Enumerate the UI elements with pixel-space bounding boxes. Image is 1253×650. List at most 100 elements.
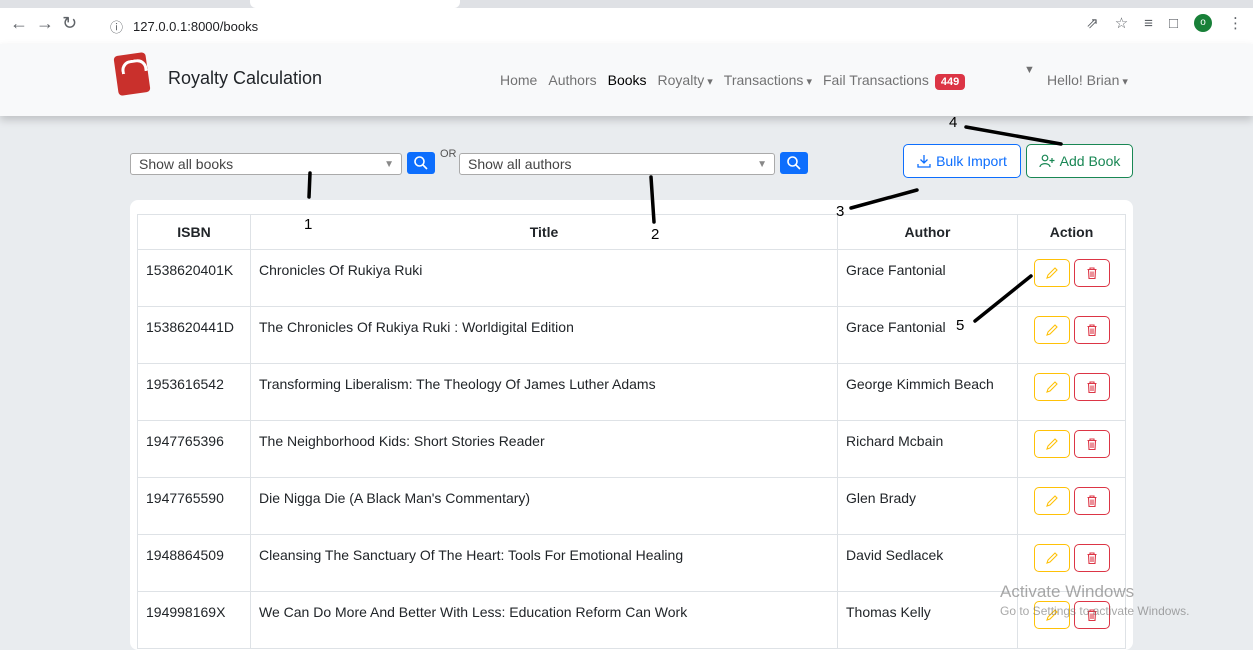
add-user-icon <box>1039 154 1055 168</box>
cell-author: Glen Brady <box>837 477 1018 535</box>
cell-author: Richard Mcbain <box>837 420 1018 478</box>
annotation-label: 1 <box>304 216 313 233</box>
pencil-icon <box>1045 267 1058 279</box>
nav-transactions-dropdown[interactable]: Transactions <box>724 72 812 88</box>
delete-button[interactable] <box>1073 373 1110 401</box>
nav-fail-transactions[interactable]: Fail Transactions 449 <box>823 72 966 90</box>
header-title[interactable]: Title <box>250 214 838 250</box>
back-arrow-icon[interactable]: ← <box>10 14 28 32</box>
watermark-title: Activate Windows <box>1000 582 1135 601</box>
edit-button[interactable] <box>1033 544 1070 572</box>
reload-icon[interactable]: ↻ <box>62 14 77 32</box>
cell-isbn: 1947765396 <box>137 420 251 478</box>
profile-avatar[interactable]: o <box>1194 14 1212 32</box>
table-row: 1948864509 Cleansing The Sanctuary Of The… <box>137 534 1126 592</box>
header-author[interactable]: Author <box>837 214 1018 250</box>
cell-title: The Chronicles Of Rukiya Ruki : Worldigi… <box>250 306 838 364</box>
nav-authors[interactable]: Authors <box>548 72 596 88</box>
add-book-button[interactable]: Add Book <box>1026 144 1133 178</box>
table-row: 1947765590 Die Nigga Die (A Black Man's C… <box>137 477 1126 535</box>
trash-icon <box>1087 324 1096 337</box>
header-isbn[interactable]: ISBN <box>137 214 251 250</box>
table-header-row: ISBN Title Author Action <box>137 214 1126 250</box>
browser-actions: ⇗ ☆ ≡ □ o ⋮ <box>1086 14 1243 32</box>
delete-button[interactable] <box>1073 259 1110 287</box>
add-book-label: Add Book <box>1059 153 1121 169</box>
edit-button[interactable] <box>1033 487 1070 515</box>
edit-button[interactable] <box>1033 259 1070 287</box>
browser-tab[interactable] <box>250 0 460 8</box>
cell-isbn: 1538620441D <box>137 306 251 364</box>
info-icon[interactable]: ⓘ <box>110 17 123 36</box>
pencil-icon <box>1045 324 1058 336</box>
cell-author: Grace Fantonial <box>837 249 1018 307</box>
book-select-value: Show all books <box>139 156 234 172</box>
search-icon <box>787 156 801 170</box>
edit-button[interactable] <box>1033 373 1070 401</box>
delete-button[interactable] <box>1073 430 1110 458</box>
chevron-down-icon: ▼ <box>384 159 394 170</box>
cell-isbn: 1947765590 <box>137 477 251 535</box>
trash-icon <box>1087 267 1096 280</box>
delete-button[interactable] <box>1073 544 1110 572</box>
cell-title: Die Nigga Die (A Black Man's Commentary) <box>250 477 838 535</box>
author-search-button[interactable] <box>780 152 808 174</box>
user-menu-dropdown[interactable]: Hello! Brian <box>1047 72 1128 88</box>
or-label: OR <box>440 148 457 160</box>
delete-button[interactable] <box>1073 487 1110 515</box>
side-panel-icon[interactable]: □ <box>1169 15 1178 32</box>
cell-action <box>1017 477 1126 535</box>
star-icon[interactable]: ☆ <box>1115 14 1128 32</box>
delete-button[interactable] <box>1073 316 1110 344</box>
annotation-label: 5 <box>956 317 965 334</box>
nav-books[interactable]: Books <box>608 72 647 88</box>
books-table: ISBN Title Author Action 1538620401K Chro… <box>137 214 1126 649</box>
table-row: 1538620441D The Chronicles Of Rukiya Ruki… <box>137 306 1126 364</box>
pencil-icon <box>1045 381 1058 393</box>
fail-count-badge: 449 <box>934 74 966 90</box>
pencil-icon <box>1045 438 1058 450</box>
nav-royalty-dropdown[interactable]: Royalty <box>658 72 713 88</box>
books-card: ISBN Title Author Action 1538620401K Chro… <box>130 200 1133 650</box>
table-row: 1538620401K Chronicles Of Rukiya Ruki Grac… <box>137 249 1126 307</box>
bulk-import-label: Bulk Import <box>936 153 1007 169</box>
cell-isbn: 194998169X <box>137 591 251 649</box>
app-navbar: Royalty Calculation Home Authors Books R… <box>0 44 1253 116</box>
cell-author: Thomas Kelly <box>837 591 1018 649</box>
table-body: 1538620401K Chronicles Of Rukiya Ruki Grac… <box>137 249 1126 649</box>
cell-action <box>1017 420 1126 478</box>
author-select[interactable]: Show all authors ▼ <box>459 153 775 175</box>
header-action: Action <box>1017 214 1126 250</box>
cell-title: Transforming Liberalism: The Theology Of… <box>250 363 838 421</box>
bulk-import-button[interactable]: Bulk Import <box>903 144 1021 178</box>
table-row: 1947765396 The Neighborhood Kids: Short S… <box>137 420 1126 478</box>
edit-button[interactable] <box>1033 316 1070 344</box>
nav-links: Home Authors Books Royalty Transactions … <box>500 72 966 90</box>
edit-button[interactable] <box>1033 430 1070 458</box>
trash-icon <box>1087 495 1096 508</box>
address-url: 127.0.0.1:8000/books <box>133 18 259 34</box>
trash-icon <box>1087 552 1096 565</box>
readers-magnet-logo[interactable] <box>113 51 151 97</box>
address-bar[interactable]: ⓘ 127.0.0.1:8000/books <box>110 16 258 36</box>
cell-title: Chronicles Of Rukiya Ruki <box>250 249 838 307</box>
kebab-menu-icon[interactable]: ⋮ <box>1228 14 1243 32</box>
book-search-button[interactable] <box>407 152 435 174</box>
share-icon[interactable]: ⇗ <box>1086 14 1099 32</box>
windows-watermark: Activate Windows Go to Settings to activ… <box>1000 582 1189 618</box>
nav-fail-transactions-label: Fail Transactions <box>823 72 929 88</box>
book-select[interactable]: Show all books ▼ <box>130 153 402 175</box>
brand-title[interactable]: Royalty Calculation <box>168 68 322 89</box>
cell-author: Grace Fantonial <box>837 306 1018 364</box>
table-row: 1953616542 Transforming Liberalism: The T… <box>137 363 1126 421</box>
reading-list-icon[interactable]: ≡ <box>1144 15 1153 32</box>
annotation-label: 2 <box>651 226 660 243</box>
trash-icon <box>1087 438 1096 451</box>
nav-home[interactable]: Home <box>500 72 537 88</box>
download-icon <box>917 155 931 168</box>
forward-arrow-icon[interactable]: → <box>36 14 54 32</box>
cell-action <box>1017 306 1126 364</box>
pencil-icon <box>1045 495 1058 507</box>
author-select-value: Show all authors <box>468 156 572 172</box>
chevron-down-icon[interactable]: ▼ <box>1024 64 1035 76</box>
